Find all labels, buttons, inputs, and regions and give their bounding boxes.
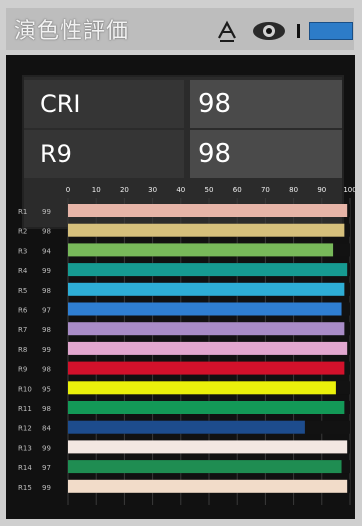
row-value-r5: 98 [42, 287, 51, 295]
battery-icon [309, 22, 353, 40]
row-label-r6: R6 [18, 307, 28, 315]
row-label-r7: R7 [18, 326, 27, 334]
row-value-r1: 99 [42, 208, 51, 216]
bar-r9 [68, 361, 345, 375]
x-tick-label: 60 [233, 186, 242, 194]
x-tick-label: 50 [205, 186, 214, 194]
row-label-r4: R4 [18, 267, 28, 275]
bar-r7 [68, 322, 345, 336]
bar-r5 [68, 282, 345, 296]
row-label-r2: R2 [18, 228, 27, 236]
row-label-r11: R11 [18, 405, 32, 413]
row-value-r8: 99 [42, 346, 51, 354]
row-label-r12: R12 [18, 425, 32, 433]
bar-r8 [68, 341, 348, 355]
bar-r6 [68, 302, 342, 316]
metric-label: CRI [24, 80, 184, 128]
row-label-r10: R10 [18, 385, 32, 393]
bar-chart-svg: 0 10 20 30 40 50 60 70 80 90 100 R1 99 R2 98 R3 94 R4 99 R5… [18, 186, 355, 505]
bar-r2 [68, 223, 345, 237]
metric-row-r9: R9 98 [24, 130, 342, 178]
main-panel: CRI 98 R9 98 0 10 20 30 40 50 60 70 80 90 100 R1 99 R… [6, 55, 355, 519]
row-value-r10: 95 [42, 385, 51, 393]
row-value-r9: 98 [42, 366, 51, 374]
row-label-r14: R14 [18, 464, 32, 472]
row-label-r5: R5 [18, 287, 27, 295]
bar-r15 [68, 479, 348, 493]
title-bar: 演色性評価 [6, 8, 354, 50]
x-tick-label: 40 [176, 186, 185, 194]
row-value-r11: 98 [42, 405, 51, 413]
metric-row-cri: CRI 98 [24, 80, 342, 128]
row-label-r13: R13 [18, 444, 32, 452]
row-label-r8: R8 [18, 346, 27, 354]
row-label-r15: R15 [18, 484, 32, 492]
x-tick-label: 70 [261, 186, 270, 194]
bar-r1 [68, 204, 348, 217]
row-label-r3: R3 [18, 247, 27, 255]
x-tick-label: 100 [343, 186, 355, 194]
bar-r12 [68, 420, 305, 434]
row-value-r4: 99 [42, 267, 51, 275]
x-tick-label: 80 [289, 186, 298, 194]
row-value-r3: 94 [42, 247, 51, 255]
metric-label: R9 [24, 130, 184, 178]
page-title: 演色性評価 [14, 19, 130, 44]
x-tick-label: 0 [66, 186, 70, 194]
metric-value: 98 [190, 130, 342, 178]
x-tick-label: 30 [148, 186, 157, 194]
row-label-r9: R9 [18, 366, 27, 374]
row-value-r6: 97 [42, 307, 51, 315]
row-value-r14: 97 [42, 464, 51, 472]
x-tick-label: 10 [92, 186, 101, 194]
row-value-r7: 98 [42, 326, 51, 334]
row-label-r1: R1 [18, 208, 27, 216]
metric-value: 98 [190, 80, 342, 128]
eye-icon [249, 19, 289, 43]
a-icon [214, 18, 240, 44]
signal-icon [295, 23, 303, 38]
screen: 演色性評価 CRI 98 R9 98 0 10 20 30 40 50 60 7… [0, 0, 362, 526]
bar-r10 [68, 381, 336, 395]
bar-r4 [68, 263, 348, 277]
x-tick-label: 90 [317, 186, 326, 194]
row-value-r2: 98 [42, 228, 51, 236]
bar-chart: 0 10 20 30 40 50 60 70 80 90 100 R1 99 R2 98 R3 94 R4 99 R5… [6, 180, 355, 510]
bar-r3 [68, 243, 334, 257]
bar-r14 [68, 460, 342, 474]
status-icons [211, 17, 353, 44]
row-value-r12: 84 [42, 425, 51, 433]
bar-r13 [68, 440, 348, 454]
bar-r11 [68, 401, 345, 414]
row-value-r15: 99 [42, 484, 51, 492]
row-value-r13: 99 [42, 444, 51, 452]
x-tick-label: 20 [120, 186, 129, 194]
